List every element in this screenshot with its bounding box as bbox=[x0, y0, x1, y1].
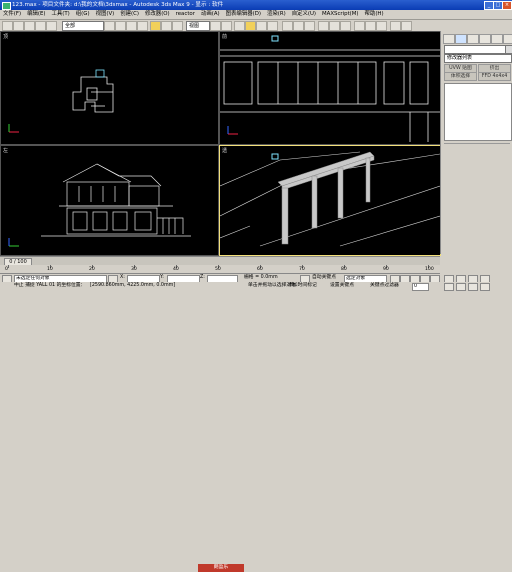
front-view-drawing bbox=[220, 35, 440, 142]
utilities-tab-icon[interactable] bbox=[503, 34, 512, 44]
snap-toggle-icon[interactable] bbox=[234, 21, 245, 31]
perspective-view-drawing bbox=[220, 151, 440, 247]
select-by-name-icon[interactable] bbox=[115, 21, 126, 31]
percent-snap-icon[interactable] bbox=[256, 21, 267, 31]
select-move-icon[interactable] bbox=[150, 21, 161, 31]
object-name-field[interactable] bbox=[444, 45, 506, 54]
reference-coordinate-select[interactable]: 视图 bbox=[186, 21, 210, 31]
object-color-swatch[interactable] bbox=[505, 45, 512, 54]
menu-item[interactable]: 图表编辑器(D) bbox=[226, 10, 261, 19]
grid-status: 栅格 = 0.0mm bbox=[244, 275, 278, 280]
top-view-drawing bbox=[8, 69, 114, 133]
modify-tab-icon[interactable] bbox=[455, 34, 467, 44]
left-view-house-drawing bbox=[8, 163, 191, 247]
command-panel: 修改器列表 UVW 贴图 挤出 体积选择 FFD 4x4x4 bbox=[440, 31, 512, 254]
unlink-icon[interactable] bbox=[35, 21, 46, 31]
redo-icon[interactable] bbox=[13, 21, 24, 31]
track-tick-label: 0 bbox=[5, 267, 8, 272]
track-tick-label: 70 bbox=[299, 267, 305, 272]
menu-item[interactable]: 视图(V) bbox=[96, 10, 115, 19]
pivot-icon[interactable] bbox=[210, 21, 221, 31]
create-tab-icon[interactable] bbox=[443, 34, 455, 44]
modifier-list-select[interactable]: 修改器列表 bbox=[444, 54, 512, 63]
track-tick-label: 30 bbox=[131, 267, 137, 272]
track-bar[interactable]: 0 10 20 30 40 50 60 70 80 90 100 bbox=[0, 265, 440, 274]
status-bar-bottom: 中止 捕捉 YALL 01 的坐标位置： [2590.860mm, 4225.0… bbox=[0, 282, 512, 572]
viewport-perspective[interactable]: 透 bbox=[219, 145, 441, 256]
track-tick-label: 90 bbox=[383, 267, 389, 272]
close-button[interactable]: × bbox=[502, 1, 512, 10]
app-icon bbox=[2, 2, 11, 10]
track-tick-label: 20 bbox=[89, 267, 95, 272]
prompt-left: 中止 捕捉 YALL 01 的坐标位置： bbox=[14, 283, 86, 288]
track-tick-label: 60 bbox=[257, 267, 263, 272]
viewport-front[interactable]: 前 bbox=[219, 31, 441, 145]
menu-item[interactable]: 创建(C) bbox=[120, 10, 139, 19]
key-filters-button[interactable]: 关键点过滤器 bbox=[370, 283, 399, 289]
layer-manager-icon[interactable] bbox=[318, 21, 329, 31]
schematic-view-icon[interactable] bbox=[340, 21, 351, 31]
render-teapot-icon[interactable] bbox=[390, 21, 401, 31]
z-label: Z: bbox=[200, 275, 205, 280]
track-tick-label: 40 bbox=[173, 267, 179, 272]
track-tick-label: 100 bbox=[425, 267, 434, 272]
panel-divider bbox=[444, 143, 510, 144]
auto-key-button[interactable]: 自动关键点 bbox=[312, 275, 336, 281]
viewport-top[interactable]: 顶 bbox=[0, 31, 219, 145]
bind-space-warp-icon[interactable] bbox=[46, 21, 57, 31]
menu-item[interactable]: MAXScript(M) bbox=[322, 10, 359, 19]
rect-selection-icon[interactable] bbox=[126, 21, 137, 31]
modifier-stack-list[interactable] bbox=[444, 83, 512, 141]
y-label: Y: bbox=[160, 275, 164, 280]
menu-item[interactable]: 帮助(H) bbox=[365, 10, 384, 19]
select-object-icon[interactable] bbox=[104, 21, 115, 31]
menu-item[interactable]: 工具(T) bbox=[52, 10, 70, 19]
title-bar: 123.max - 项目文件夹: d:\我的文档\3dsmax - Autode… bbox=[0, 0, 512, 10]
manipulate-icon[interactable] bbox=[221, 21, 232, 31]
render-setup-icon[interactable] bbox=[365, 21, 376, 31]
vol-select-button[interactable]: 体积选择 bbox=[444, 72, 477, 81]
mirror-icon[interactable] bbox=[293, 21, 304, 31]
status-bar-top: 未选定任何对象 X: Y: Z: 栅格 = 0.0mm 自动关键点 选定对象 bbox=[0, 274, 512, 283]
material-editor-icon[interactable] bbox=[354, 21, 365, 31]
named-selection-icon[interactable] bbox=[282, 21, 293, 31]
x-label: X: bbox=[120, 275, 125, 280]
cursor-coordinates: [2590.860mm, 4225.0mm, 0.0mm] bbox=[90, 283, 176, 288]
render-production-icon[interactable] bbox=[401, 21, 412, 31]
curve-editor-icon[interactable] bbox=[329, 21, 340, 31]
menu-item[interactable]: 文件(F) bbox=[3, 10, 21, 19]
motion-tab-icon[interactable] bbox=[479, 34, 491, 44]
viewport-left[interactable]: 左 bbox=[0, 145, 219, 256]
menu-item[interactable]: 渲染(R) bbox=[267, 10, 286, 19]
display-tab-icon[interactable] bbox=[491, 34, 503, 44]
ffd-button[interactable]: FFD 4x4x4 bbox=[478, 72, 511, 81]
window-title: 123.max - 项目文件夹: d:\我的文档\3dsmax - Autode… bbox=[12, 2, 224, 8]
add-time-tag[interactable]: 添加时间标记 bbox=[288, 283, 317, 289]
menu-item[interactable]: reactor bbox=[176, 10, 195, 19]
track-tick bbox=[8, 265, 9, 268]
menu-item[interactable]: 自定义(U) bbox=[292, 10, 316, 19]
quick-render-icon[interactable] bbox=[376, 21, 387, 31]
menu-item[interactable]: 组(G) bbox=[76, 10, 90, 19]
menu-item[interactable]: 修改器(O) bbox=[145, 10, 170, 19]
menu-item[interactable]: 编辑(E) bbox=[27, 10, 45, 19]
spinner-snap-icon[interactable] bbox=[267, 21, 278, 31]
track-tick-label: 80 bbox=[341, 267, 347, 272]
menu-item[interactable]: 动画(A) bbox=[201, 10, 220, 19]
select-rotate-icon[interactable] bbox=[161, 21, 172, 31]
track-tick-label: 10 bbox=[47, 267, 53, 272]
watermark-logo: 朗盈乐 bbox=[198, 564, 244, 572]
selection-filter-select[interactable]: 全部 bbox=[62, 21, 104, 31]
align-icon[interactable] bbox=[304, 21, 315, 31]
angle-snap-icon[interactable] bbox=[245, 21, 256, 31]
hierarchy-tab-icon[interactable] bbox=[467, 34, 479, 44]
menu-bar: 文件(F) 编辑(E) 工具(T) 组(G) 视图(V) 创建(C) 修改器(O) react… bbox=[0, 10, 512, 20]
undo-icon[interactable] bbox=[2, 21, 13, 31]
track-tick-label: 50 bbox=[215, 267, 221, 272]
set-key-button[interactable]: 设置关键点 bbox=[330, 283, 354, 289]
select-scale-icon[interactable] bbox=[172, 21, 183, 31]
link-icon[interactable] bbox=[24, 21, 35, 31]
window-crossing-icon[interactable] bbox=[137, 21, 148, 31]
